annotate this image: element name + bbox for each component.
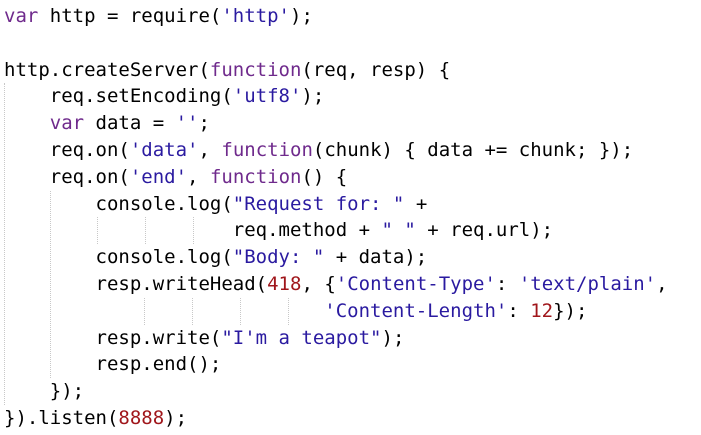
code-token: 'end' (129, 165, 188, 188)
code-token: 418 (267, 273, 302, 295)
code-token: ; (198, 112, 210, 135)
code-line[interactable]: }).listen(8888); (4, 405, 187, 431)
code-token: + req.url); (415, 219, 554, 242)
code-token: 'text/plain' (518, 273, 657, 295)
code-token: + data); (324, 246, 428, 269)
code-token: function (209, 165, 302, 188)
code-token: 'http' (221, 5, 290, 27)
code-line[interactable]: req.on('data', function(chunk) { data +=… (4, 137, 633, 163)
code-token: , (656, 273, 668, 295)
code-token: var (4, 5, 39, 27)
code-line[interactable]: var data = ''; (4, 110, 210, 136)
code-token: 12 (530, 299, 554, 322)
code-line[interactable]: resp.writeHead(418, {'Content-Type': 'te… (4, 271, 668, 297)
code-token: 'data' (129, 139, 199, 161)
code-token: data = (84, 112, 176, 135)
code-line[interactable]: var http = require('http'); (4, 3, 313, 29)
code-line[interactable]: 'Content-Length': 12}); (4, 298, 587, 324)
code-line[interactable]: req.method + " " + req.url); (4, 217, 553, 243)
code-token: "I'm a teapot" (221, 326, 382, 349)
code-token: ); (381, 326, 405, 349)
code-token: }).listen( (4, 407, 119, 429)
code-token: , (198, 139, 222, 161)
code-line[interactable]: resp.end(); (4, 351, 222, 377)
code-token: ); (290, 5, 313, 27)
code-token: " " (381, 219, 416, 242)
code-line[interactable]: req.setEncoding('utf8'); (4, 83, 325, 109)
code-token: (req, resp) { (301, 58, 451, 81)
code-token: 8888 (118, 407, 165, 429)
code-token: function (221, 139, 313, 161)
code-token: req.setEncoding( (4, 85, 233, 108)
code-token: 'Content-Type' (335, 273, 496, 295)
code-token: }); (553, 299, 588, 322)
code-token: req.on( (4, 165, 130, 188)
code-token: console.log( (4, 192, 233, 215)
code-token: ); (301, 85, 325, 108)
code-editor[interactable]: var http = require('http'); http.createSe… (0, 0, 701, 435)
code-token: ); (164, 407, 188, 429)
code-token: resp.write( (4, 326, 222, 349)
code-token: req.method + (4, 219, 382, 242)
code-token: () { (301, 165, 348, 188)
code-token: req.on( (4, 139, 130, 161)
code-token: , (187, 165, 210, 188)
code-token: http.createServer( (4, 58, 210, 81)
code-token: function (209, 58, 302, 81)
code-line[interactable]: }); (4, 378, 84, 404)
code-token: }); (4, 380, 85, 403)
code-token: var (49, 112, 85, 135)
code-token: "Body: " (232, 246, 325, 269)
code-token: '' (175, 112, 199, 135)
code-line[interactable]: console.log("Body: " + data); (4, 244, 428, 270)
code-line[interactable]: resp.write("I'm a teapot"); (4, 325, 405, 351)
code-token: : (495, 273, 519, 295)
code-token: + (404, 192, 428, 215)
code-token: resp.end(); (4, 353, 222, 376)
code-token: "Request for: " (232, 192, 405, 215)
code-token: (chunk) { data += chunk; }); (312, 139, 634, 161)
code-line[interactable]: req.on('end', function() { (4, 164, 347, 190)
code-token: http = require( (38, 5, 222, 27)
code-line[interactable]: http.createServer(function(req, resp) { (4, 57, 450, 83)
code-token: console.log( (4, 246, 233, 269)
code-token: 'Content-Length' (324, 299, 508, 322)
code-token: 'utf8' (232, 85, 302, 108)
code-line[interactable]: console.log("Request for: " + (4, 191, 428, 217)
code-token: , { (301, 273, 336, 295)
code-token: : (507, 299, 531, 322)
code-token: resp.writeHead( (4, 273, 268, 295)
